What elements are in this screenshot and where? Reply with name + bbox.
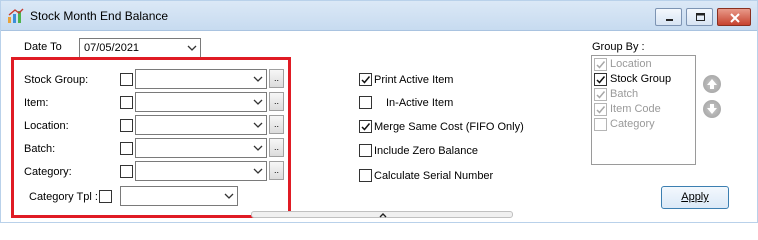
checkmark-icon (596, 76, 606, 84)
minimize-button[interactable] (655, 8, 682, 26)
minimize-icon (666, 19, 673, 21)
merge-same-cost-checkbox[interactable] (359, 120, 372, 133)
chevron-down-icon (253, 168, 263, 174)
print-active-item-label: Print Active Item (374, 74, 454, 86)
chevron-down-icon (253, 76, 263, 82)
batch-checkbox[interactable] (120, 142, 133, 155)
item-label: Item: (24, 97, 49, 109)
date-to-value: 07/05/2021 (84, 42, 140, 54)
item-lookup-button[interactable]: .. (269, 92, 284, 111)
location-label: Location: (24, 120, 69, 132)
group-by-item-label: Location (610, 58, 652, 70)
panel-splitter[interactable] (251, 211, 513, 218)
merge-same-cost-label: Merge Same Cost (FIFO Only) (374, 121, 524, 133)
inactive-item-label: In-Active Item (386, 97, 454, 109)
move-down-button[interactable] (703, 100, 721, 118)
category-combo[interactable] (135, 161, 267, 181)
inactive-item-checkbox[interactable] (359, 96, 372, 109)
chevron-up-icon (379, 213, 387, 218)
category-tpl-checkbox[interactable] (99, 190, 112, 203)
batch-group-checkbox[interactable] (594, 88, 607, 101)
stock-group-label: Stock Group: (24, 74, 89, 86)
batch-lookup-button[interactable]: .. (269, 138, 284, 157)
print-active-item-checkbox[interactable] (359, 73, 372, 86)
stock-group-checkbox[interactable] (120, 73, 133, 86)
group-by-item-label: Item Code (610, 103, 661, 115)
item-combo[interactable] (135, 92, 267, 112)
chevron-down-icon (253, 122, 263, 128)
restore-icon (696, 13, 705, 21)
move-up-button[interactable] (703, 75, 721, 93)
chevron-down-icon (253, 145, 263, 151)
close-button[interactable] (717, 8, 751, 26)
category-lookup-button[interactable]: .. (269, 161, 284, 180)
stock-group-lookup-button[interactable]: .. (269, 69, 284, 88)
category-group-checkbox[interactable] (594, 118, 607, 131)
stock-group-combo[interactable] (135, 69, 267, 89)
group-by-label: Group By : (592, 41, 645, 53)
chevron-down-icon (187, 45, 197, 51)
checkmark-icon (596, 106, 606, 114)
title-bar[interactable]: Stock Month End Balance (1, 1, 757, 31)
location-combo[interactable] (135, 115, 267, 135)
checkmark-icon (361, 76, 371, 84)
category-tpl-combo[interactable] (120, 186, 238, 206)
group-by-item-label: Category (610, 118, 655, 130)
category-checkbox[interactable] (120, 165, 133, 178)
arrow-down-icon (707, 104, 717, 114)
apply-button[interactable]: Apply (661, 186, 729, 209)
group-by-list[interactable]: Location Stock Group Batch Item Code Cat… (591, 55, 696, 165)
window-title: Stock Month End Balance (30, 9, 169, 23)
calculate-serial-number-checkbox[interactable] (359, 169, 372, 182)
calculate-serial-number-label: Calculate Serial Number (374, 170, 494, 182)
location-lookup-button[interactable]: .. (269, 115, 284, 134)
location-group-checkbox[interactable] (594, 58, 607, 71)
chevron-down-icon (224, 193, 234, 199)
category-tpl-label: Category Tpl : (29, 191, 98, 203)
include-zero-balance-checkbox[interactable] (359, 144, 372, 157)
stock-report-icon (7, 8, 25, 24)
close-icon (730, 13, 740, 23)
stock-group-group-checkbox[interactable] (594, 73, 607, 86)
arrow-up-icon (707, 79, 717, 89)
date-to-picker[interactable]: 07/05/2021 (79, 38, 201, 58)
checkmark-icon (596, 61, 606, 69)
stock-month-end-balance-window: Stock Month End Balance Date To 07/05/20… (0, 0, 758, 223)
apply-label: Apply (681, 191, 709, 203)
chevron-down-icon (253, 99, 263, 105)
date-to-label: Date To (24, 41, 62, 53)
checkmark-icon (361, 123, 371, 131)
item-checkbox[interactable] (120, 96, 133, 109)
restore-button[interactable] (686, 8, 713, 26)
group-by-item-label: Stock Group (610, 73, 672, 85)
category-label: Category: (24, 166, 72, 178)
group-by-item-label: Batch (610, 88, 639, 100)
item-code-group-checkbox[interactable] (594, 103, 607, 116)
location-checkbox[interactable] (120, 119, 133, 132)
batch-combo[interactable] (135, 138, 267, 158)
batch-label: Batch: (24, 143, 56, 155)
include-zero-balance-label: Include Zero Balance (374, 145, 478, 157)
checkmark-icon (596, 91, 606, 99)
